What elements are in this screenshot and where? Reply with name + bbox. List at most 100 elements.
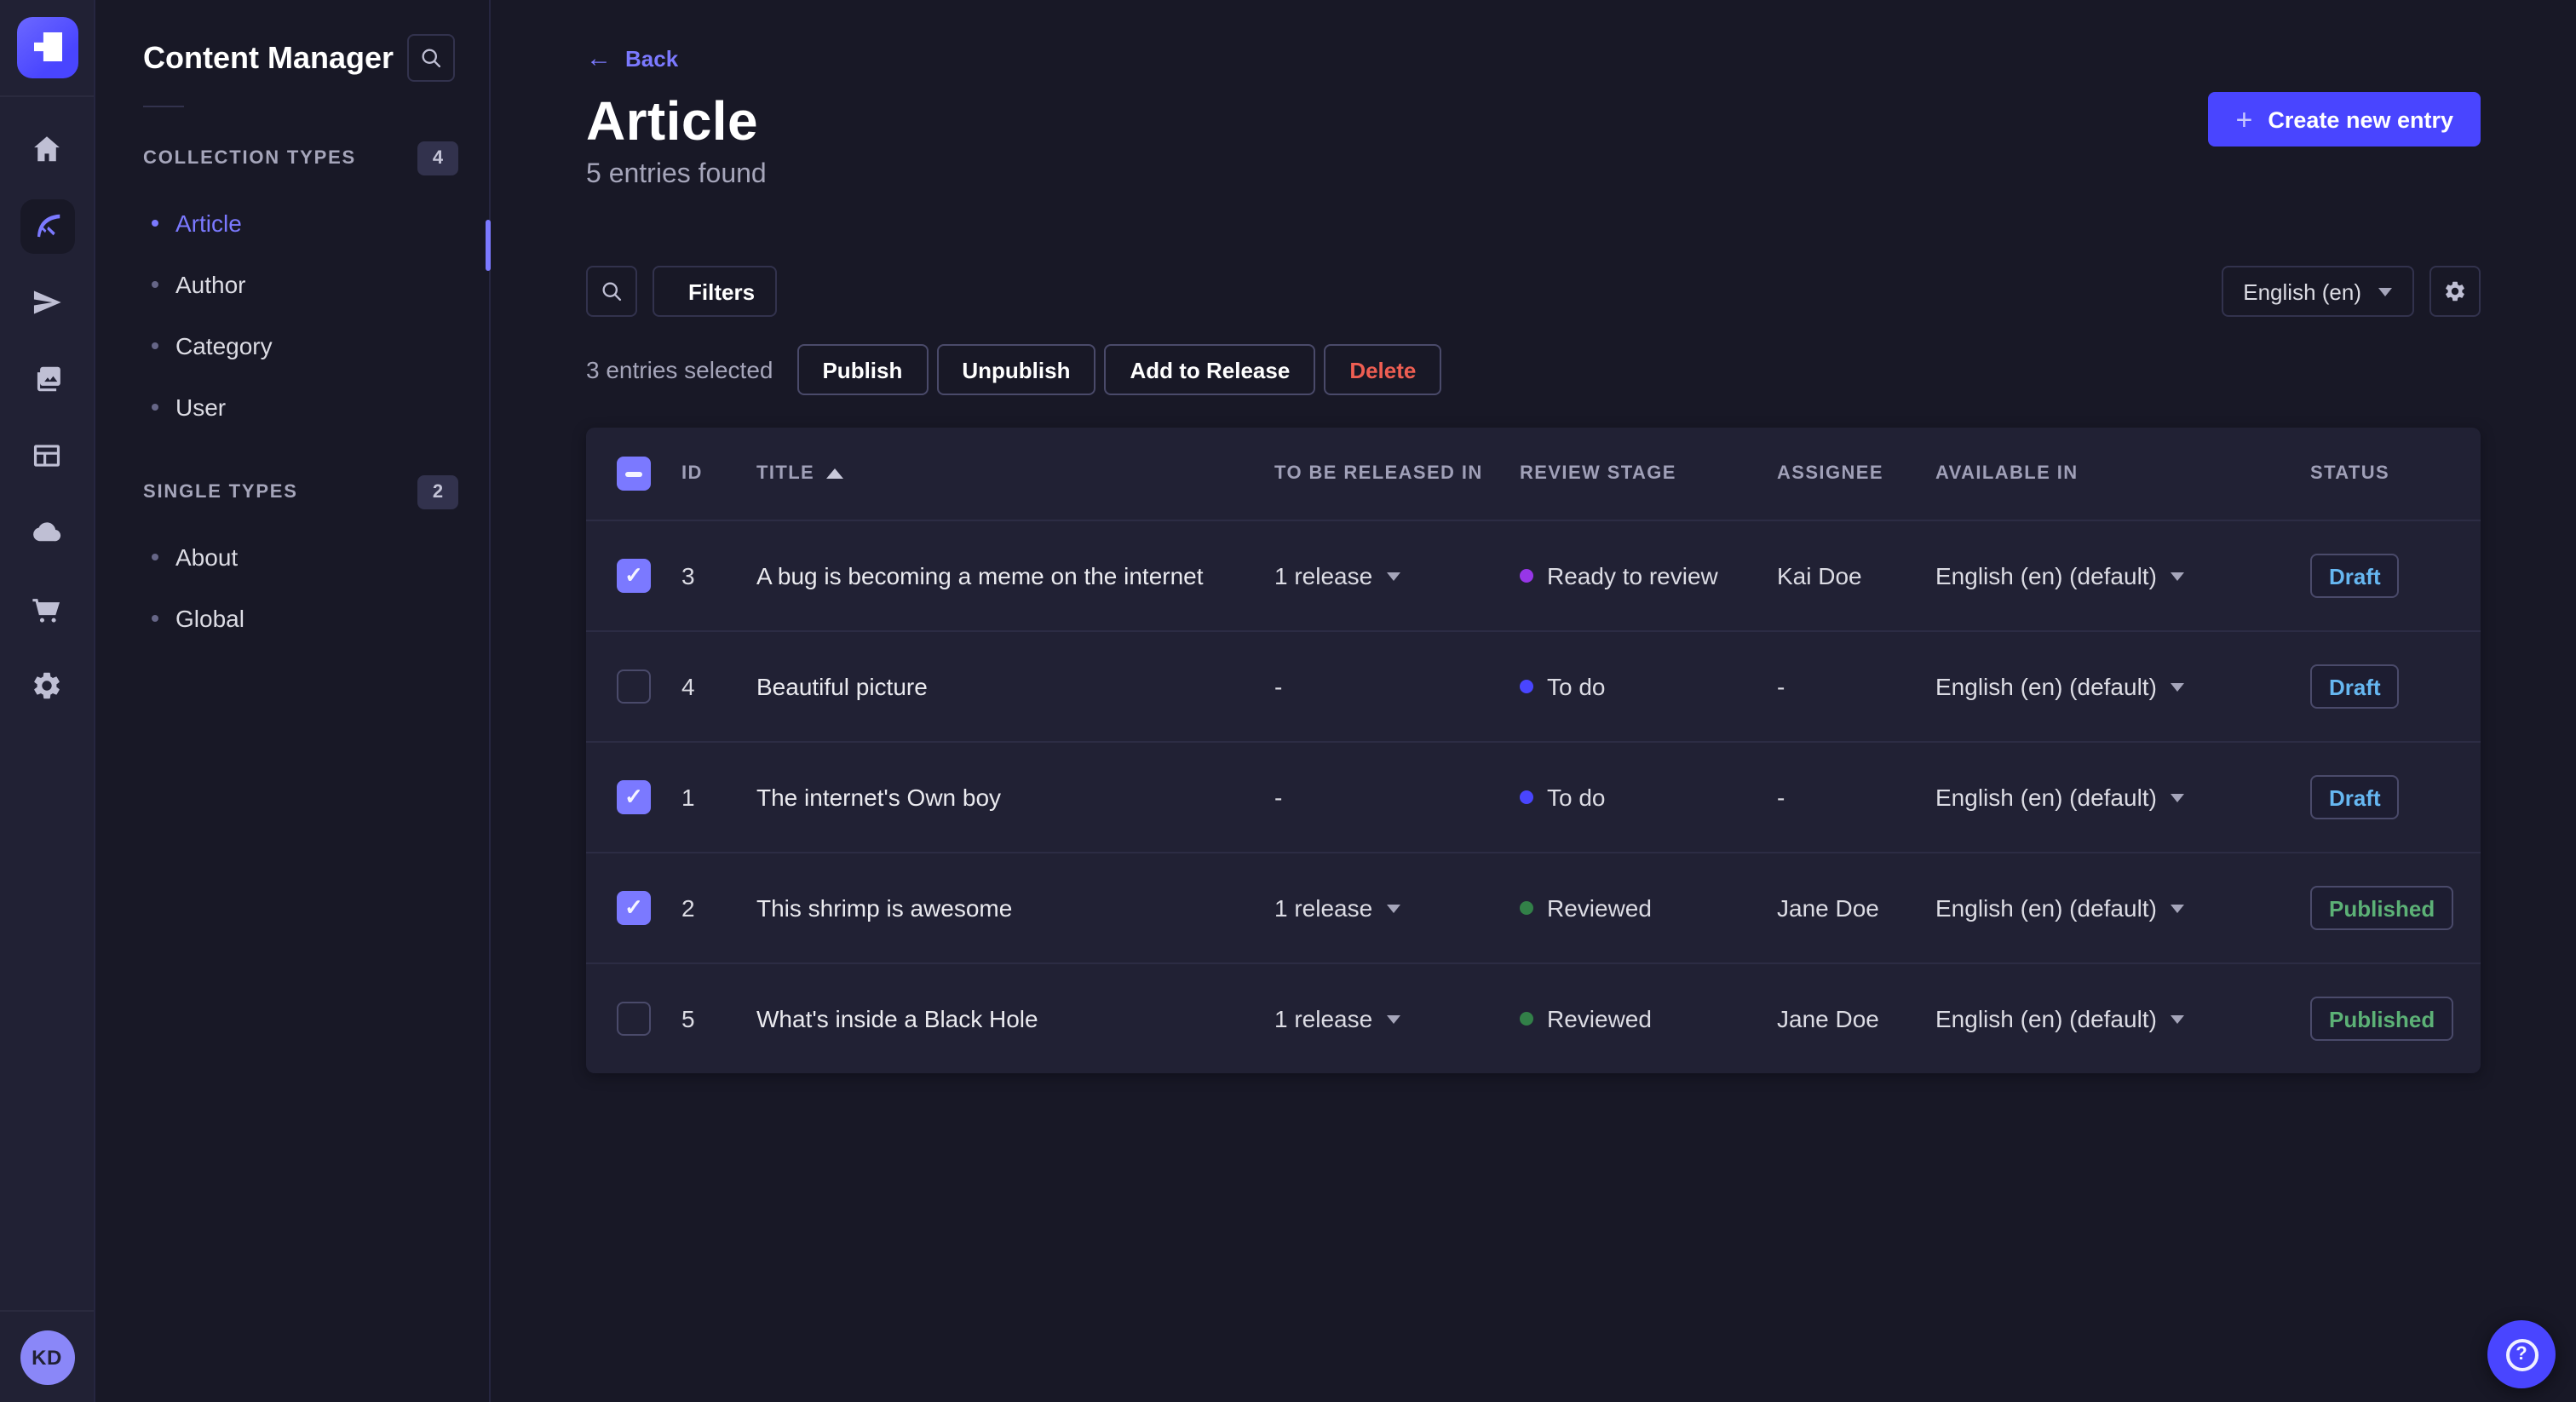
chevron-down-icon — [1386, 904, 1400, 912]
sidebar-item-about[interactable]: About — [95, 526, 489, 588]
status-badge: Draft — [2310, 554, 2400, 598]
select-all-checkbox[interactable] — [617, 457, 651, 491]
sidebar-item-article[interactable]: Article — [95, 192, 489, 254]
cell-title: This shrimp is awesome — [756, 894, 1013, 922]
nav-cloud[interactable] — [0, 494, 95, 571]
row-checkbox[interactable] — [617, 669, 651, 704]
subnav-search-button[interactable] — [407, 34, 455, 82]
stage-dot-icon — [1520, 680, 1533, 693]
column-header-id[interactable]: ID — [681, 463, 756, 484]
cell-review-stage: To do — [1520, 673, 1777, 700]
row-checkbox[interactable] — [617, 559, 651, 593]
table-row[interactable]: 1 The internet's Own boy - To do - Engli… — [586, 741, 2481, 852]
column-header-review-stage[interactable]: REVIEW STAGE — [1520, 463, 1777, 484]
single-types-list: About Global — [95, 520, 489, 656]
unpublish-button[interactable]: Unpublish — [936, 344, 1096, 395]
sidebar-item-author[interactable]: Author — [95, 254, 489, 315]
sidebar-item-category[interactable]: Category — [95, 315, 489, 376]
strapi-logo-glyph — [33, 32, 62, 61]
stage-dot-icon — [1520, 790, 1533, 804]
cell-available-in[interactable]: English (en) (default) — [1935, 1005, 2310, 1032]
add-to-release-button[interactable]: Add to Release — [1104, 344, 1316, 395]
table-row[interactable]: 2 This shrimp is awesome 1 release Revie… — [586, 852, 2481, 962]
chevron-down-icon — [1386, 1014, 1400, 1023]
stage-dot-icon — [1520, 901, 1533, 915]
column-header-status[interactable]: STATUS — [2310, 463, 2481, 484]
section-label-single-types: SINGLE TYPES — [143, 482, 298, 503]
cell-released-in[interactable]: 1 release — [1274, 562, 1520, 589]
create-new-entry-button[interactable]: + Create new entry — [2208, 92, 2481, 147]
table-row[interactable]: 3 A bug is becoming a meme on the intern… — [586, 520, 2481, 630]
cell-id: 4 — [681, 673, 695, 700]
status-badge: Published — [2310, 886, 2454, 930]
filters-button[interactable]: Filters — [653, 266, 778, 317]
cell-released-in[interactable]: 1 release — [1274, 1005, 1520, 1032]
bullet-icon — [152, 404, 158, 411]
page-title: Article — [586, 90, 758, 152]
publish-button[interactable]: Publish — [796, 344, 929, 395]
delete-button[interactable]: Delete — [1324, 344, 1442, 395]
status-badge: Published — [2310, 997, 2454, 1041]
cell-available-in[interactable]: English (en) (default) — [1935, 673, 2310, 700]
view-settings-button[interactable] — [2429, 266, 2481, 317]
row-checkbox[interactable] — [617, 780, 651, 814]
cell-status: Draft — [2310, 775, 2481, 819]
nav-marketplace[interactable] — [0, 571, 95, 647]
chevron-down-icon — [1386, 572, 1400, 580]
column-header-released[interactable]: TO BE RELEASED IN — [1274, 463, 1520, 484]
gear-icon — [34, 672, 60, 699]
column-header-title[interactable]: TITLE — [756, 463, 1274, 484]
nav-content-manager[interactable] — [0, 187, 95, 264]
row-checkbox[interactable] — [617, 1002, 651, 1036]
cell-available-in[interactable]: English (en) (default) — [1935, 894, 2310, 922]
sidebar-item-global[interactable]: Global — [95, 588, 489, 649]
cell-id: 3 — [681, 562, 695, 589]
rail-user-area: KD — [0, 1310, 94, 1402]
nav-content-type-builder[interactable] — [0, 417, 95, 494]
selection-count-text: 3 entries selected — [586, 356, 773, 383]
question-mark-icon: ? — [2505, 1338, 2538, 1370]
images-icon — [37, 366, 60, 392]
table-header-row: ID TITLE TO BE RELEASED IN REVIEW STAGE … — [586, 428, 2481, 520]
layout-icon — [33, 445, 60, 467]
cell-released-in[interactable]: 1 release — [1274, 894, 1520, 922]
cell-available-in[interactable]: English (en) (default) — [1935, 562, 2310, 589]
main-nav-rail: KD — [0, 0, 95, 1402]
column-header-available-in[interactable]: AVAILABLE IN — [1935, 463, 2310, 484]
bullet-icon — [152, 615, 158, 622]
cell-available-in[interactable]: English (en) (default) — [1935, 784, 2310, 811]
nav-media-library[interactable] — [0, 341, 95, 417]
cell-review-stage: Ready to review — [1520, 562, 1777, 589]
stage-dot-icon — [1520, 1012, 1533, 1026]
table-row[interactable]: 4 Beautiful picture - To do - English (e… — [586, 630, 2481, 741]
strapi-logo[interactable] — [16, 17, 78, 78]
home-icon — [34, 136, 60, 162]
cell-title: Beautiful picture — [756, 673, 928, 700]
row-checkbox[interactable] — [617, 891, 651, 925]
cell-id: 2 — [681, 894, 695, 922]
collection-types-count-badge: 4 — [417, 141, 458, 175]
nav-settings[interactable] — [0, 647, 95, 724]
help-button[interactable]: ? — [2487, 1320, 2556, 1388]
search-button[interactable] — [586, 266, 637, 317]
cell-assignee: - — [1777, 673, 1785, 700]
search-icon — [602, 282, 622, 302]
cell-review-stage: Reviewed — [1520, 894, 1777, 922]
cloud-icon — [33, 522, 61, 542]
nav-home[interactable] — [0, 111, 95, 187]
column-header-assignee[interactable]: ASSIGNEE — [1777, 463, 1935, 484]
back-link[interactable]: ← Back — [586, 46, 678, 72]
cell-id: 5 — [681, 1005, 695, 1032]
stage-dot-icon — [1520, 569, 1533, 583]
chevron-down-icon — [2170, 1014, 2184, 1023]
locale-select[interactable]: English (en) — [2221, 266, 2414, 317]
nav-releases[interactable] — [0, 264, 95, 341]
chevron-down-icon — [2170, 904, 2184, 912]
sidebar-item-user[interactable]: User — [95, 376, 489, 438]
user-avatar[interactable]: KD — [20, 1330, 74, 1384]
active-tile — [20, 198, 74, 253]
subnav-divider — [143, 106, 184, 107]
table-row[interactable]: 5 What's inside a Black Hole 1 release R… — [586, 962, 2481, 1073]
cell-review-stage: To do — [1520, 784, 1777, 811]
chevron-down-icon — [2170, 572, 2184, 580]
